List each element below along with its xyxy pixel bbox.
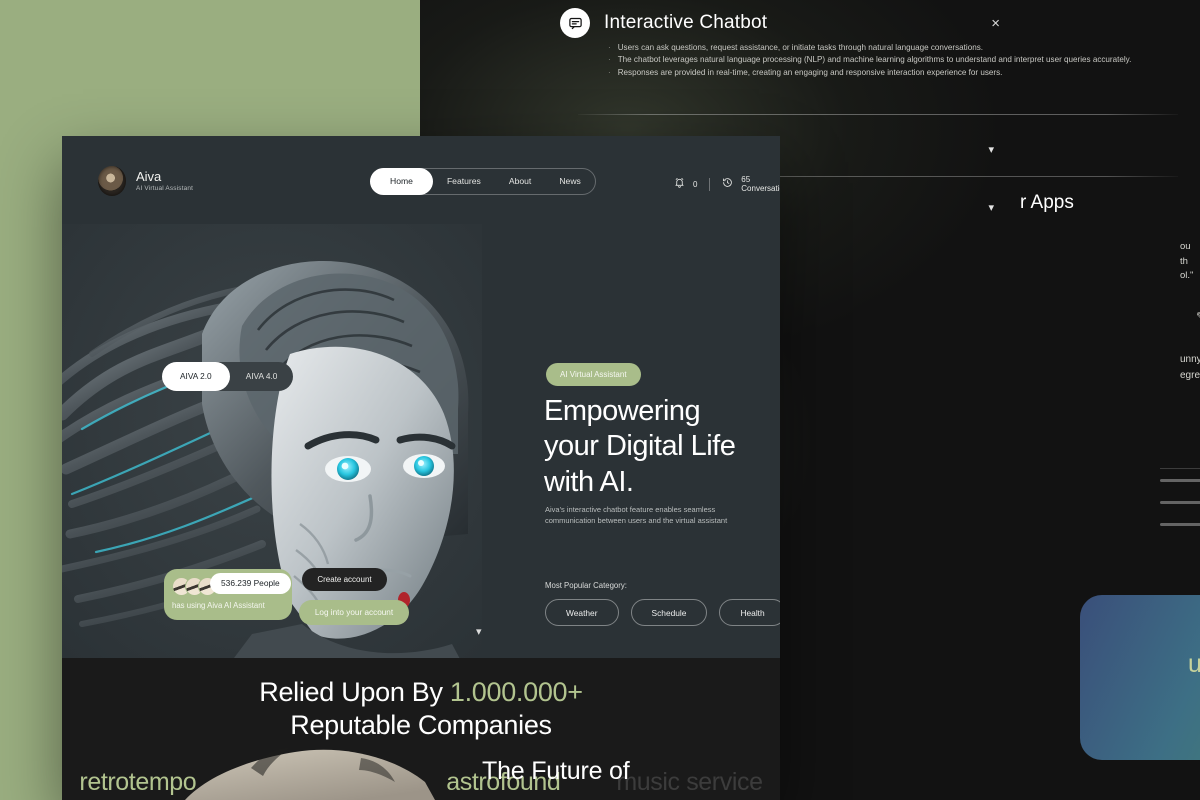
list-item: · Responses are provided in real-time, c… [608, 67, 1178, 78]
chevron-down-icon: ▾ [988, 144, 994, 156]
chat-bubble-icon [560, 8, 590, 38]
bell-count: 0 [693, 179, 698, 189]
list-item-text: Users can ask questions, request assista… [617, 43, 984, 52]
divider [709, 177, 711, 191]
chat-line-2: th [1180, 255, 1188, 267]
progress-value: 100 [1160, 485, 1200, 492]
chat-line-1: ou [1180, 241, 1191, 252]
nav-link-features[interactable]: Features [433, 169, 495, 194]
close-icon[interactable]: × [991, 16, 1000, 31]
progress-bar [1160, 523, 1200, 526]
bullet-marker: · [608, 55, 611, 65]
people-count: 536.239 People [210, 573, 291, 594]
promo-card: Productivity with ual Assistant Get Star… [1080, 595, 1200, 760]
progress-value: 100% [1160, 507, 1200, 514]
most-popular-category-label: Most Popular Category: [545, 581, 627, 590]
bullet-marker: · [608, 43, 611, 52]
chat-message-sliver: ou th ol." [1180, 240, 1200, 284]
progress-bar [1160, 479, 1200, 482]
list-item-text: Responses are provided in real-time, cre… [617, 67, 1003, 77]
nav-link-home[interactable]: Home [370, 168, 433, 195]
progress-bar [1160, 501, 1200, 504]
chevron-down-icon[interactable]: ▾ [476, 625, 482, 638]
hero-title-line-2: your Digital Life [544, 430, 736, 463]
weather-line-2: egrees [1180, 370, 1200, 381]
version-option-aiva-2[interactable]: AIVA 2.0 [162, 362, 230, 391]
brand-subtitle: AI Virtual Assistant [136, 184, 194, 192]
social-proof-card: 536.239 People has using Aiva AI Assista… [164, 569, 292, 620]
weather-line-1: unny [1180, 354, 1200, 365]
progress-value: 100 [1160, 529, 1200, 536]
headline-number: 1.000.000+ [449, 677, 583, 707]
accordion-title: Interactive Chatbot [604, 12, 768, 33]
brand[interactable]: Aiva AI Virtual Assistant [98, 166, 193, 196]
hero-title-line-1: Empowering [544, 395, 701, 427]
list-item: · Users can ask questions, request assis… [608, 42, 1178, 53]
accordion-row-3-toggle[interactable]: ▾ [988, 198, 994, 216]
nav-link-about[interactable]: About [495, 169, 545, 194]
accordion-row-2-toggle[interactable]: ▾ [988, 140, 994, 158]
aiva-avatar-icon [98, 166, 126, 196]
headline-pre: Relied Upon By [259, 677, 450, 707]
social-proof-caption: has using Aiva AI Assistant [172, 601, 265, 610]
beige-3d-object [185, 742, 435, 800]
stat-bar-group: 100 100% 100 [1160, 468, 1200, 545]
divider [1160, 468, 1200, 469]
create-account-button[interactable]: Create account [302, 568, 387, 591]
divider [578, 114, 1178, 115]
aiva-landing-window: Aiva AI Virtual Assistant Home Features … [62, 136, 780, 800]
brand-name: Aiva [136, 169, 162, 185]
headline-post: Reputable Companies [290, 709, 552, 740]
version-option-aiva-4[interactable]: AIVA 4.0 [230, 362, 294, 391]
list-item-text: The chatbot leverages natural language p… [617, 55, 1132, 65]
promo-line-2: ual Assistant [1188, 650, 1200, 678]
relied-upon-headline: Relied Upon By 1.000.000+ Reputable Comp… [62, 676, 780, 742]
nav-links: Home Features About News [370, 168, 596, 195]
conversation-count-label: 65 Conversation [741, 175, 780, 193]
hero-title-line-3: with AI. [544, 465, 634, 498]
bell-icon[interactable] [674, 175, 685, 193]
category-pill-schedule[interactable]: Schedule [630, 599, 708, 626]
nav-link-news[interactable]: News [545, 169, 595, 194]
accordion-bullet-list: · Users can ask questions, request assis… [608, 42, 1178, 79]
chevron-down-icon: ▾ [988, 202, 994, 214]
future-heading: The Future of [482, 757, 630, 785]
category-pills: Weather Schedule Health [545, 599, 780, 626]
version-toggle[interactable]: AIVA 2.0 AIVA 4.0 [162, 362, 294, 391]
list-item: · The chatbot leverages natural language… [608, 54, 1178, 65]
hero-tag-badge: AI Virtual Assistant [546, 363, 641, 386]
interactive-chatbot-accordion-header[interactable]: Interactive Chatbot [560, 8, 767, 38]
weather-sliver: unny egrees [1180, 352, 1200, 384]
category-pill-health[interactable]: Health [719, 599, 780, 626]
bullet-marker: · [608, 67, 611, 77]
accordion-row-3-label: r Apps [1020, 192, 1074, 213]
hero-lead-text: Aiva's interactive chatbot feature enabl… [545, 505, 728, 526]
page-title: Empowering your Digital Life with AI. [544, 394, 780, 500]
category-pill-weather[interactable]: Weather [545, 599, 619, 626]
chat-line-3: ol." [1180, 270, 1194, 282]
clock-history-icon[interactable] [722, 175, 733, 193]
brand-retrotempo: retrotempo [79, 768, 197, 796]
brand-music-service-1: music service [616, 768, 763, 796]
pencil-icon[interactable]: ✎ [1196, 310, 1200, 323]
navbar: Aiva AI Virtual Assistant Home Features … [62, 136, 780, 224]
login-button[interactable]: Log into your account [299, 600, 409, 625]
nav-status-group: 0 65 Conversation [674, 175, 780, 193]
